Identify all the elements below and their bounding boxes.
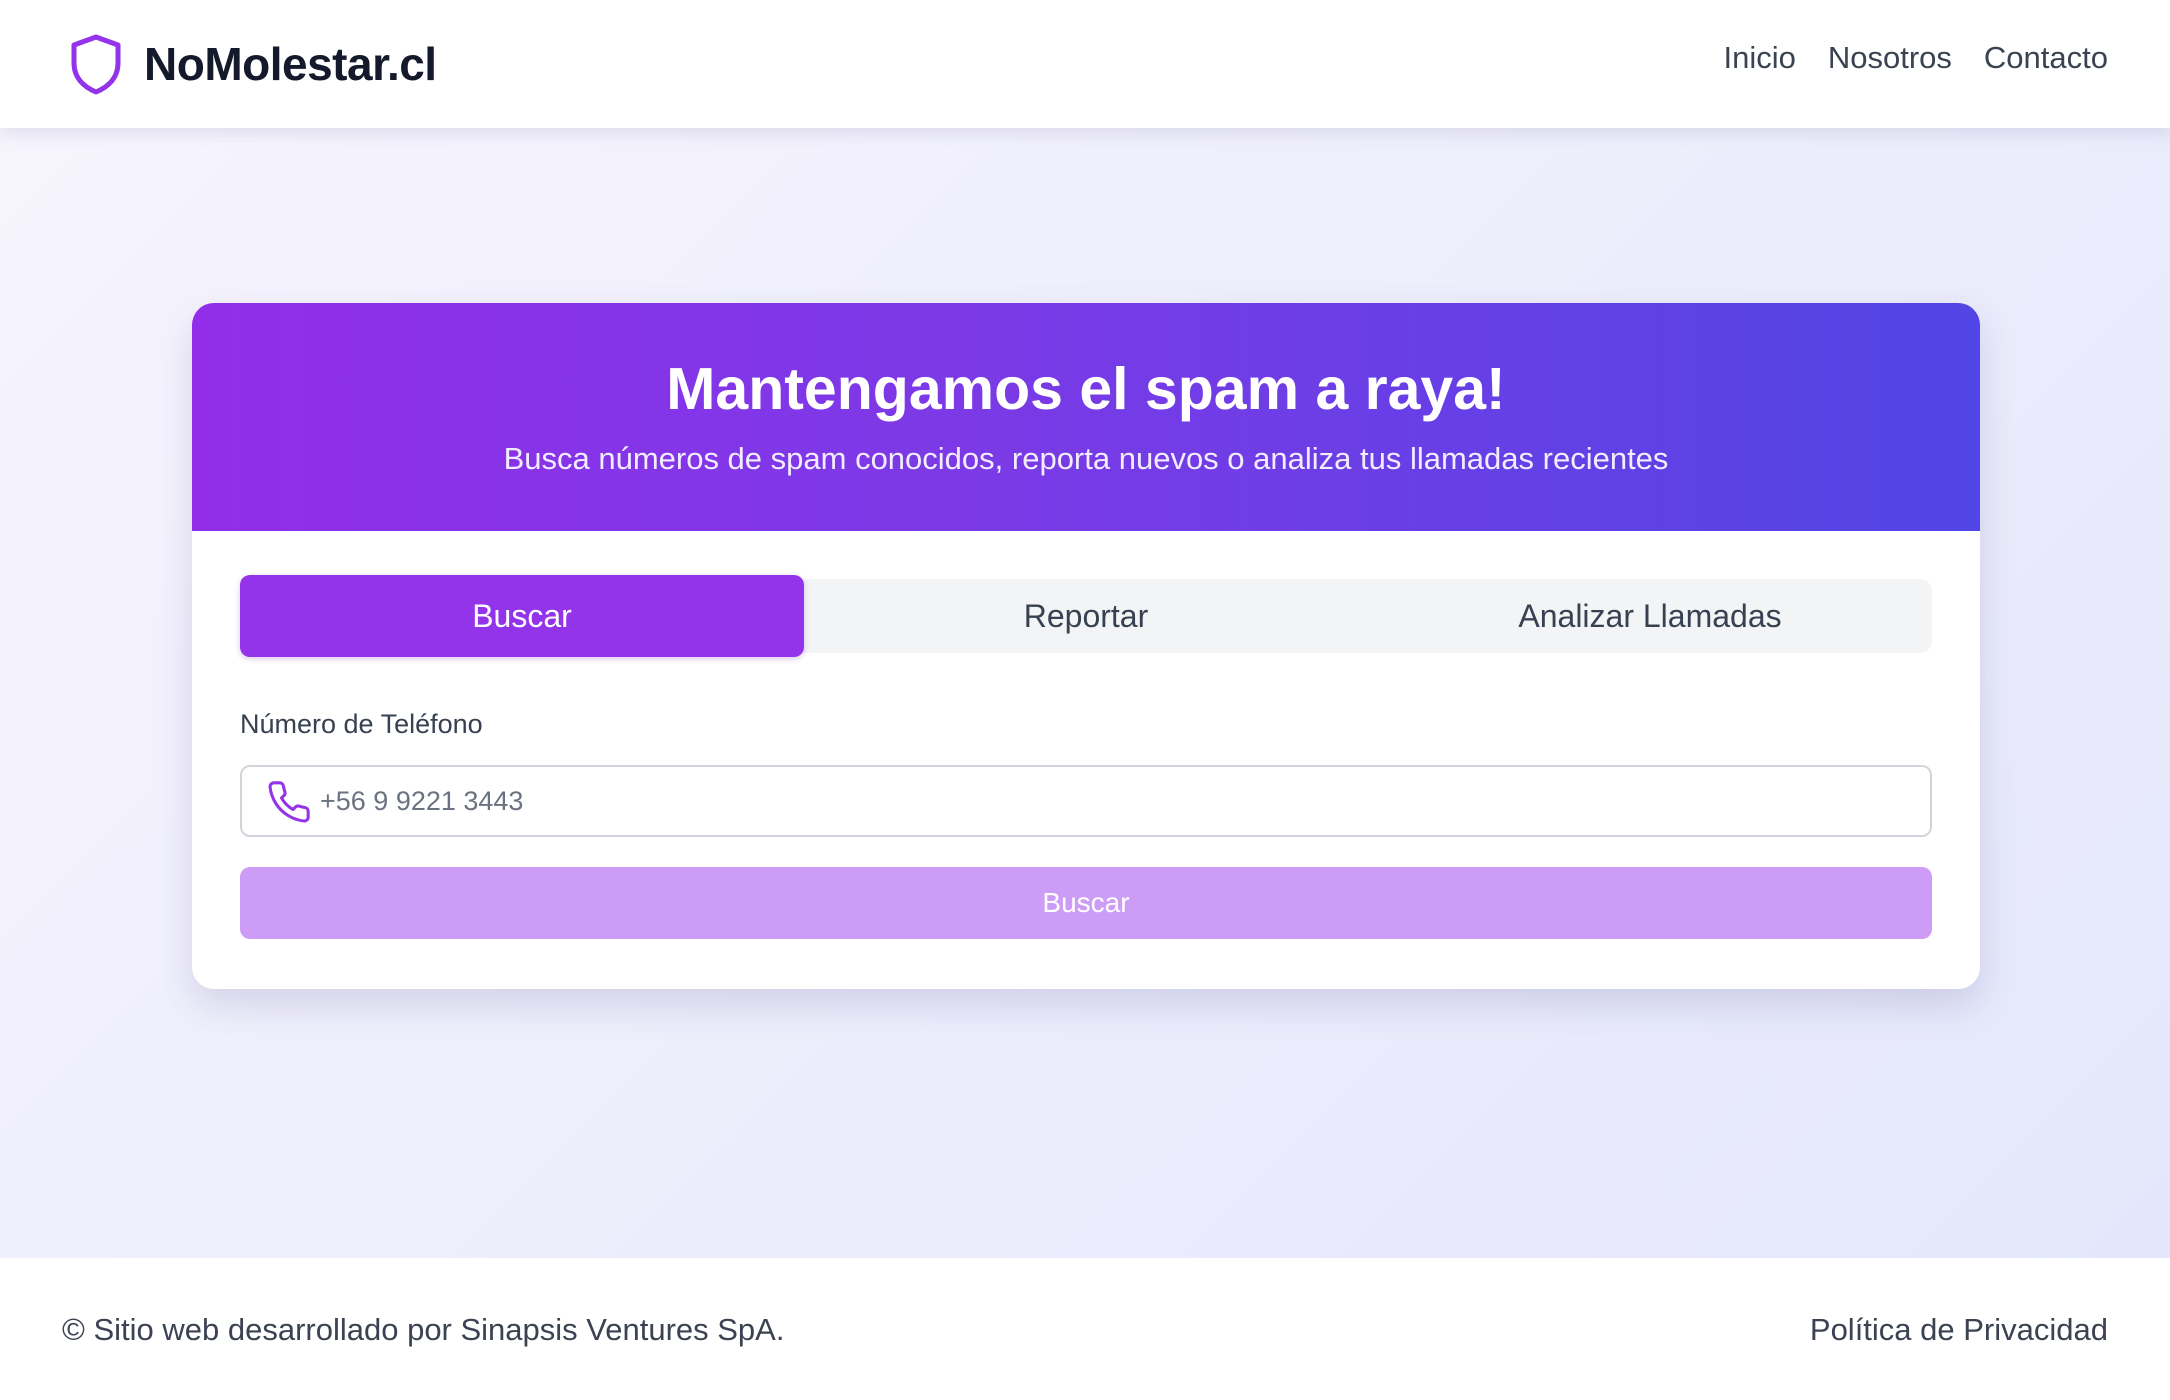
hero-banner: Mantengamos el spam a raya! Busca número… [192, 303, 1980, 531]
shield-icon [70, 33, 122, 95]
nav-link-nosotros[interactable]: Nosotros [1828, 40, 1952, 76]
nav-link-inicio[interactable]: Inicio [1724, 40, 1796, 76]
phone-label: Número de Teléfono [240, 709, 483, 739]
phone-input-wrapper[interactable] [240, 765, 1932, 837]
search-button[interactable]: Buscar [240, 867, 1932, 939]
brand-name: NoMolestar.cl [144, 38, 437, 90]
tab-buscar[interactable]: Buscar [240, 575, 804, 657]
hero-subtitle: Busca números de spam conocidos, reporta… [503, 441, 1669, 476]
nav-link-contacto[interactable]: Contacto [1984, 40, 2108, 76]
phone-input[interactable] [320, 767, 1900, 835]
main-nav: Inicio Nosotros Contacto [1724, 40, 2109, 76]
phone-icon [266, 779, 312, 825]
brand-logo[interactable]: NoMolestar.cl [70, 32, 437, 96]
footer-copyright: © Sitio web desarrollado por Sinapsis Ve… [62, 1312, 785, 1347]
site-footer: © Sitio web desarrollado por Sinapsis Ve… [0, 1258, 2170, 1400]
tab-reportar[interactable]: Reportar [804, 579, 1368, 653]
main-content: Mantengamos el spam a raya! Busca número… [0, 128, 2170, 1258]
hero-title: Mantengamos el spam a raya! [666, 356, 1506, 422]
tab-bar: Buscar Reportar Analizar Llamadas [240, 575, 1932, 657]
search-card: Mantengamos el spam a raya! Busca número… [192, 303, 1980, 989]
site-header: NoMolestar.cl Inicio Nosotros Contacto [0, 0, 2170, 128]
tab-analizar-llamadas[interactable]: Analizar Llamadas [1368, 579, 1932, 653]
privacy-policy-link[interactable]: Política de Privacidad [1810, 1312, 2108, 1348]
